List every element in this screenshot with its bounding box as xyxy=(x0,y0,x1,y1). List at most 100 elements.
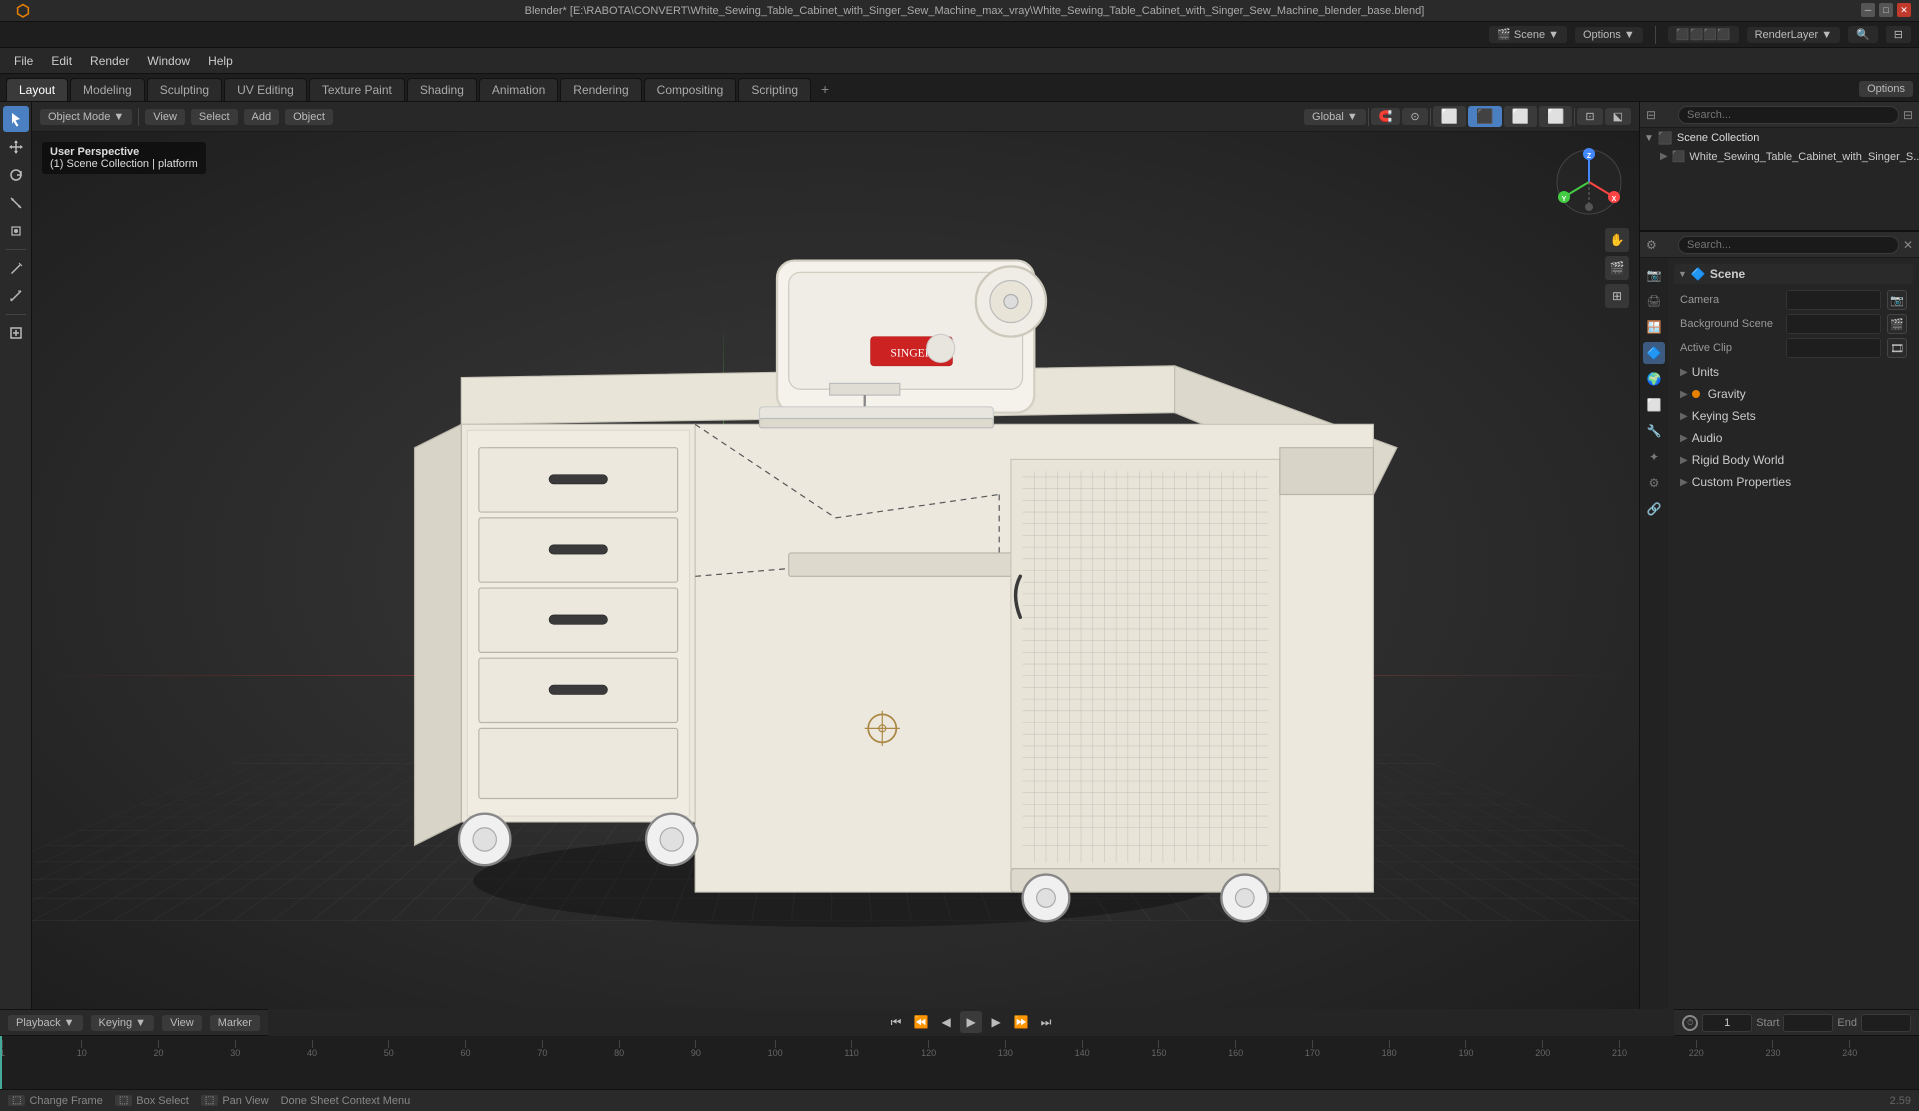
rigid-body-world-section[interactable]: ▶ Rigid Body World xyxy=(1674,450,1913,470)
filter-button[interactable]: ⊟ xyxy=(1886,26,1911,43)
divider xyxy=(1655,26,1656,44)
tool-scale[interactable] xyxy=(3,190,29,216)
snap-toggle[interactable]: 🧲 xyxy=(1371,108,1401,125)
xray-toggle[interactable]: ⬕ xyxy=(1605,108,1631,125)
scene-collection-row[interactable]: ▼ ⬛ Scene Collection xyxy=(1640,128,1919,148)
props-filter-icon[interactable]: ✕ xyxy=(1903,238,1913,252)
tool-move[interactable] xyxy=(3,134,29,160)
grid-icon[interactable]: ⊞ xyxy=(1605,284,1629,308)
add-workspace-button[interactable]: + xyxy=(813,77,837,101)
tool-transform[interactable] xyxy=(3,218,29,244)
close-button[interactable]: ✕ xyxy=(1897,3,1911,17)
search-button[interactable]: 🔍 xyxy=(1848,26,1878,43)
menu-file[interactable]: File xyxy=(6,52,41,70)
units-section[interactable]: ▶ Units xyxy=(1674,362,1913,382)
shading-rendered[interactable]: ⬜ xyxy=(1539,106,1572,127)
tab-shading[interactable]: Shading xyxy=(407,78,477,101)
step-back-btn[interactable]: ⏪ xyxy=(910,1011,932,1033)
keying-sets-section[interactable]: ▶ Keying Sets xyxy=(1674,406,1913,426)
renderlayer-selector[interactable]: RenderLayer ▼ xyxy=(1747,27,1840,43)
options-button[interactable]: Options ▼ xyxy=(1575,27,1643,43)
end-frame-input[interactable]: 250 xyxy=(1861,1014,1911,1032)
zoom-hand-icon[interactable]: ✋ xyxy=(1605,228,1629,252)
tab-sculpting[interactable]: Sculpting xyxy=(147,78,222,101)
nav-gizmo[interactable]: Z X Y xyxy=(1549,142,1629,222)
tab-animation[interactable]: Animation xyxy=(479,78,558,101)
prev-frame-btn[interactable]: ◀ xyxy=(935,1011,957,1033)
menu-help[interactable]: Help xyxy=(200,52,241,70)
tab-scripting[interactable]: Scripting xyxy=(738,78,811,101)
step-fwd-btn[interactable]: ⏩ xyxy=(1010,1011,1032,1033)
custom-properties-section[interactable]: ▶ Custom Properties xyxy=(1674,472,1913,492)
menu-window[interactable]: Window xyxy=(139,52,198,70)
gravity-section[interactable]: ▶ Gravity xyxy=(1674,384,1913,404)
view-btn[interactable]: View xyxy=(162,1015,202,1031)
start-frame-input[interactable]: 1 xyxy=(1783,1014,1833,1032)
tab-scene[interactable]: 🔷 xyxy=(1643,342,1665,364)
tab-modifier[interactable]: 🔧 xyxy=(1643,420,1665,442)
tab-render[interactable]: 📷 xyxy=(1643,264,1665,286)
tl-mark-80: 80 xyxy=(614,1040,624,1058)
tab-output[interactable]: 🖨 xyxy=(1643,290,1665,312)
shading-solid[interactable]: ⬛ xyxy=(1468,106,1501,127)
keying-btn[interactable]: Keying ▼ xyxy=(91,1015,155,1031)
menu-render[interactable]: Render xyxy=(82,52,137,70)
overlay-toggle[interactable]: ⊡ xyxy=(1577,108,1602,125)
tab-uv-editing[interactable]: UV Editing xyxy=(224,78,307,101)
zoom-icon[interactable]: 🎬 xyxy=(1605,256,1629,280)
jump-start-btn[interactable]: ⏮ xyxy=(885,1011,907,1033)
tool-rotate[interactable] xyxy=(3,162,29,188)
tab-constraints[interactable]: 🔗 xyxy=(1643,498,1665,520)
tab-physics[interactable]: ⚙ xyxy=(1643,472,1665,494)
select-menu[interactable]: Select xyxy=(191,109,238,125)
minimize-button[interactable]: ─ xyxy=(1861,3,1875,17)
object-mode-selector[interactable]: Object Mode ▼ xyxy=(40,109,132,125)
icons-switcher[interactable]: ⬛⬛⬛⬛ xyxy=(1668,26,1739,43)
next-frame-btn[interactable]: ▶ xyxy=(985,1011,1007,1033)
menu-edit[interactable]: Edit xyxy=(43,52,80,70)
view-menu[interactable]: View xyxy=(145,109,185,125)
current-frame-input[interactable]: 1 xyxy=(1702,1014,1752,1032)
tool-cursor[interactable] xyxy=(3,106,29,132)
shading-wireframe[interactable]: ⬜ xyxy=(1433,106,1466,127)
options-header-btn[interactable]: Options xyxy=(1859,81,1913,97)
viewport[interactable]: Object Mode ▼ View Select Add Object Glo… xyxy=(32,102,1639,1009)
outliner-filter-icon[interactable]: ⊟ xyxy=(1903,108,1913,122)
add-menu[interactable]: Add xyxy=(244,109,280,125)
jump-end-btn[interactable]: ⏭ xyxy=(1035,1011,1057,1033)
active-clip-value[interactable] xyxy=(1786,338,1881,358)
proportional-toggle[interactable]: ⊙ xyxy=(1402,108,1427,125)
shading-material[interactable]: ⬜ xyxy=(1504,106,1537,127)
tool-annotate[interactable] xyxy=(3,255,29,281)
tab-world[interactable]: 🌍 xyxy=(1643,368,1665,390)
tab-compositing[interactable]: Compositing xyxy=(644,78,737,101)
global-transform-selector[interactable]: Global ▼ xyxy=(1304,109,1366,125)
object-menu[interactable]: Object xyxy=(285,109,333,125)
tool-add-object[interactable] xyxy=(3,320,29,346)
playback-btn[interactable]: Playback ▼ xyxy=(8,1015,83,1031)
tab-layout[interactable]: Layout xyxy=(6,78,68,101)
viewport-canvas[interactable]: // Generate grid of dots for mesh patter… xyxy=(32,132,1639,1009)
camera-browse-icon[interactable]: 📷 xyxy=(1887,290,1907,310)
audio-section[interactable]: ▶ Audio xyxy=(1674,428,1913,448)
tab-modeling[interactable]: Modeling xyxy=(70,78,145,101)
bg-scene-browse-icon[interactable]: 🎬 xyxy=(1887,314,1907,334)
camera-value[interactable] xyxy=(1786,290,1881,310)
properties-search-input[interactable] xyxy=(1678,236,1899,254)
tab-particles[interactable]: ✦ xyxy=(1643,446,1665,468)
tab-texture-paint[interactable]: Texture Paint xyxy=(309,78,405,101)
outliner-search-input[interactable] xyxy=(1678,106,1899,124)
marker-btn[interactable]: Marker xyxy=(210,1015,260,1031)
tab-rendering[interactable]: Rendering xyxy=(560,78,641,101)
scene-section-header[interactable]: ▼ 🔷 Scene xyxy=(1674,264,1913,284)
outliner-item-0[interactable]: ▶ ⬛ White_Sewing_Table_Cabinet_with_Sing… xyxy=(1656,148,1919,165)
bg-scene-value[interactable] xyxy=(1786,314,1881,334)
timeline-track[interactable]: 1102030405060708090100110120130140150160… xyxy=(0,1036,1919,1089)
active-clip-browse-icon[interactable]: 🎞 xyxy=(1887,338,1907,358)
tool-measure[interactable] xyxy=(3,283,29,309)
maximize-button[interactable]: □ xyxy=(1879,3,1893,17)
scene-selector[interactable]: 🎬 Scene ▼ xyxy=(1489,26,1567,43)
tab-object[interactable]: ⬜ xyxy=(1643,394,1665,416)
tab-view-layer[interactable]: 🪟 xyxy=(1643,316,1665,338)
play-btn[interactable]: ▶ xyxy=(960,1011,982,1033)
